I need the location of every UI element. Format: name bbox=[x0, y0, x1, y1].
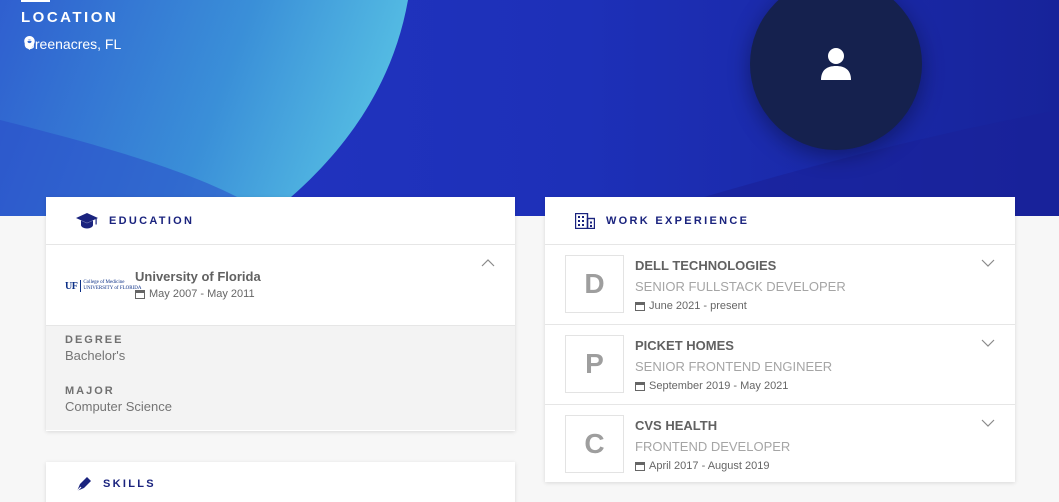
company-logo: P bbox=[565, 335, 624, 393]
uf-logo-mark: UF bbox=[65, 280, 78, 292]
chevron-down-icon[interactable] bbox=[981, 339, 995, 347]
pen-icon bbox=[76, 477, 91, 492]
job-item-cvs[interactable]: C CVS HEALTH FRONTEND DEVELOPER April 20… bbox=[545, 405, 1015, 485]
uf-logo: UF College of Medicine UNIVERSITY of FLO… bbox=[65, 280, 142, 292]
school-dates: May 2007 - May 2011 bbox=[135, 288, 255, 300]
location-city: Greenacres, FL bbox=[24, 36, 122, 52]
job-role: SENIOR FRONTEND ENGINEER bbox=[635, 359, 833, 374]
uf-logo-line1: College of Medicine bbox=[83, 280, 125, 285]
company-logo: C bbox=[565, 415, 624, 473]
education-details: DEGREE Bachelor's MAJOR Computer Science bbox=[46, 326, 515, 430]
location-rule bbox=[21, 0, 50, 2]
job-dates-text: September 2019 - May 2021 bbox=[649, 380, 789, 392]
education-card: EDUCATION UF College of Medicine UNIVERS… bbox=[46, 197, 515, 431]
location-title: LOCATION bbox=[21, 9, 119, 26]
company-logo: D bbox=[565, 255, 624, 313]
major-value: Computer Science bbox=[65, 399, 172, 414]
degree-value: Bachelor's bbox=[65, 348, 126, 363]
work-title: WORK EXPERIENCE bbox=[606, 214, 750, 227]
calendar-icon bbox=[635, 302, 645, 311]
school-name: University of Florida bbox=[135, 269, 261, 284]
job-dates: June 2021 - present bbox=[635, 300, 747, 312]
calendar-icon bbox=[635, 462, 645, 471]
graduation-cap-icon bbox=[76, 212, 98, 228]
education-item-uf[interactable]: UF College of Medicine UNIVERSITY of FLO… bbox=[46, 245, 515, 326]
education-title: EDUCATION bbox=[109, 214, 195, 227]
job-role: FRONTEND DEVELOPER bbox=[635, 439, 791, 454]
company-name: DELL TECHNOLOGIES bbox=[635, 258, 777, 273]
chevron-up-icon[interactable] bbox=[481, 259, 495, 267]
job-role: SENIOR FULLSTACK DEVELOPER bbox=[635, 279, 846, 294]
degree-label: DEGREE bbox=[65, 334, 124, 346]
uf-logo-text: College of Medicine UNIVERSITY of FLORID… bbox=[80, 280, 142, 292]
uf-logo-line2: UNIVERSITY of FLORIDA bbox=[83, 286, 142, 291]
chevron-down-icon[interactable] bbox=[981, 419, 995, 427]
skills-title: SKILLS bbox=[103, 478, 156, 490]
skills-card: SKILLS bbox=[46, 462, 515, 502]
calendar-icon bbox=[635, 382, 645, 391]
map-pin-icon bbox=[24, 36, 35, 50]
company-name: PICKET HOMES bbox=[635, 338, 734, 353]
building-icon bbox=[575, 212, 595, 229]
job-dates: September 2019 - May 2021 bbox=[635, 380, 788, 392]
work-header: WORK EXPERIENCE bbox=[545, 197, 1015, 245]
work-experience-card: WORK EXPERIENCE D DELL TECHNOLOGIES SENI… bbox=[545, 197, 1015, 482]
calendar-icon bbox=[135, 290, 145, 299]
school-dates-text: May 2007 - May 2011 bbox=[149, 288, 255, 300]
skills-header: SKILLS bbox=[46, 462, 515, 502]
education-header: EDUCATION bbox=[46, 197, 515, 245]
job-dates-text: April 2017 - August 2019 bbox=[649, 460, 770, 472]
job-item-picket[interactable]: P PICKET HOMES SENIOR FRONTEND ENGINEER … bbox=[545, 325, 1015, 405]
company-name: CVS HEALTH bbox=[635, 418, 718, 433]
major-label: MAJOR bbox=[65, 385, 115, 397]
job-item-dell[interactable]: D DELL TECHNOLOGIES SENIOR FULLSTACK DEV… bbox=[545, 245, 1015, 325]
location-row: Greenacres, FL bbox=[24, 36, 121, 52]
user-icon bbox=[821, 48, 851, 80]
chevron-down-icon[interactable] bbox=[981, 259, 995, 267]
job-dates: April 2017 - August 2019 bbox=[635, 460, 769, 472]
job-dates-text: June 2021 - present bbox=[649, 300, 747, 312]
